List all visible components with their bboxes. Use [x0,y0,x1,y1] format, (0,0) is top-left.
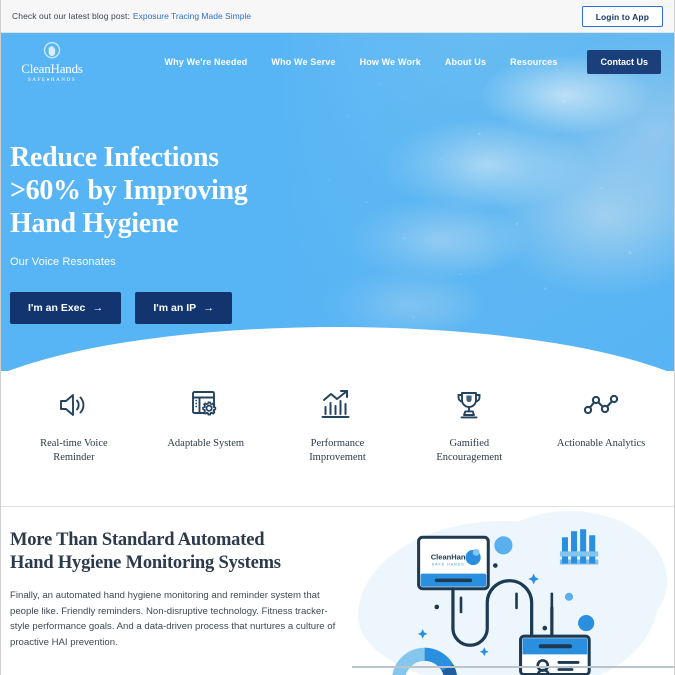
feature-real-time-voice-reminder[interactable]: Real-time Voice Reminder [8,385,140,465]
feature-label: Gamified Encouragement [436,438,503,464]
hero-section: CleanHands SAFE♦HANDS Why We're Needed W… [0,33,675,371]
window-gear-icon [189,385,223,425]
hero-cta-group: I'm an Exec → I'm an IP → [10,292,340,325]
main-navigation: CleanHands SAFE♦HANDS Why We're Needed W… [0,33,675,91]
illustration-ground-line [352,666,675,668]
arrow-right-icon: → [92,301,104,314]
section2-heading-line-1: More Than Standard Automated [10,530,265,550]
announcement-bar: Check out our latest blog post: Exposure… [0,0,675,33]
trophy-icon [453,385,485,425]
illustration-bar-chart [559,529,599,565]
illustration-donut-chart [392,647,457,675]
features-row: Real-time Voice Reminder Adaptable Syste… [0,371,675,506]
contact-us-button[interactable]: Contact Us [587,50,661,74]
decor-dot [578,614,595,632]
feature-actionable-analytics[interactable]: Actionable Analytics [535,385,667,451]
decor-dot [494,536,513,555]
login-to-app-button[interactable]: Login to App [581,6,663,27]
decor-sparkle [528,573,540,585]
section2-text-column: More Than Standard Automated Hand Hygien… [0,507,352,675]
feature-gamified-encouragement[interactable]: Gamified Encouragement [403,385,535,465]
bar-chart-up-arrow-icon [320,385,354,425]
feature-label: Real-time Voice Reminder [40,438,108,464]
arrow-right-icon: → [203,301,215,314]
decor-dot [434,604,440,610]
decor-sparkle [479,647,489,657]
nav-item-who-we-serve[interactable]: Who We Serve [271,57,335,67]
landing-page: Check out our latest blog post: Exposure… [0,0,675,675]
hero-content: Reduce Infections >60% by Improving Hand… [10,141,340,325]
feature-performance-improvement[interactable]: Performance Improvement [272,385,404,465]
hero-heading-line-1: Reduce Infections [10,142,219,173]
connected-nodes-icon [583,385,619,425]
hero-subtitle: Our Voice Resonates [10,256,116,269]
im-an-exec-button[interactable]: I'm an Exec → [10,292,122,325]
nav-item-about-us[interactable]: About Us [445,57,486,67]
brand-name: CleanHands [21,61,83,76]
decor-dot [493,563,498,568]
section2-heading-line-2: Hand Hygiene Monitoring Systems [10,553,281,574]
illustration-device-screen: CleanHands SAFE HANDS [417,535,490,591]
feature-label: Adaptable System [167,438,245,449]
brand-logo[interactable]: CleanHands SAFE♦HANDS [14,41,90,83]
hero-heading-line-3: Hand Hygiene [10,208,179,240]
announcement-link[interactable]: Exposure Tracing Made Simple [133,11,251,21]
badge-dispenser-dashboard-illustration: CleanHands SAFE HANDS [392,529,599,675]
decor-sparkle [417,629,428,639]
brand-tagline: SAFE♦HANDS [27,77,77,83]
monitoring-systems-section: More Than Standard Automated Hand Hygien… [0,506,675,675]
illustration-card-reader [519,634,591,675]
speaker-volume-icon [57,385,91,425]
section2-heading: More Than Standard Automated Hand Hygien… [10,529,336,575]
nav-item-resources[interactable]: Resources [510,57,557,67]
hero-heading-line-2: >60% by Improving [10,175,248,207]
decor-dot [564,592,574,601]
feature-adaptable-system[interactable]: Adaptable System [140,385,272,451]
nav-item-how-we-work[interactable]: How We Work [360,57,421,67]
decor-dot [542,625,548,631]
nav-item-why-were-needed[interactable]: Why We're Needed [165,57,248,67]
hand-in-circle-logo-icon [43,42,61,59]
announcement-text: Check out our latest blog post: [12,11,130,21]
nav-links: Why We're Needed Who We Serve How We Wor… [165,50,661,74]
section2-illustration-column: CleanHands SAFE HANDS [352,507,675,675]
hero-heading: Reduce Infections >60% by Improving Hand… [10,141,340,240]
feature-label: Performance Improvement [309,438,366,464]
im-an-ip-button[interactable]: I'm an IP → [135,292,233,325]
feature-label: Actionable Analytics [556,438,646,449]
section2-body-text: Finally, an automated hand hygiene monit… [10,590,336,648]
im-an-ip-label: I'm an IP [153,302,197,315]
svg-text:SAFE HANDS: SAFE HANDS [432,563,465,567]
im-an-exec-label: I'm an Exec [28,302,86,315]
